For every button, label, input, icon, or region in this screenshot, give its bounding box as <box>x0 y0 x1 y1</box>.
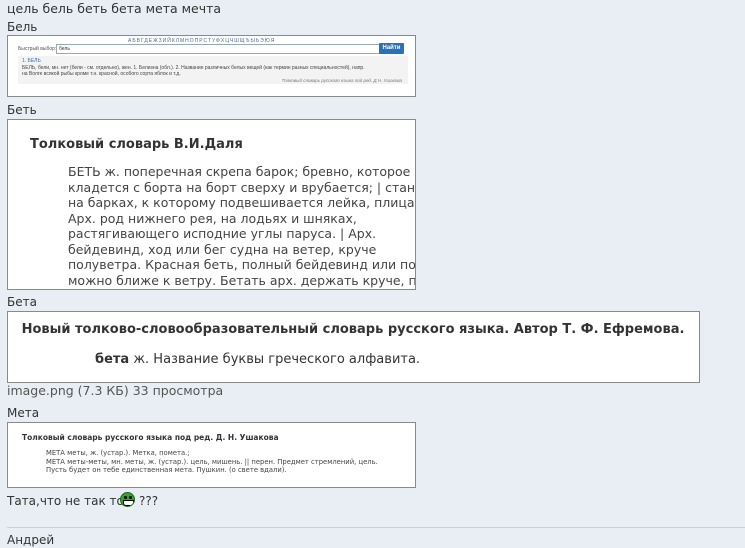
entry-line: БЕТЬ ж. поперечная скрепа барок; бревно,… <box>68 164 411 179</box>
result-heading: 1. БЕЛЬ <box>22 58 41 64</box>
dictionary-title: Толковый словарь В.И.Даля <box>30 137 243 152</box>
dictionary-entry: бета ж. Название буквы греческого алфави… <box>95 352 420 367</box>
entry-line: кладется с борта на борт сверху и врубае… <box>68 179 416 195</box>
entry-line: МЕТА меты-меты, мн. меты, ж. (устар.). ц… <box>46 457 378 466</box>
closing-suffix: ??? <box>139 494 159 508</box>
section-label-bet: Беть <box>7 103 37 117</box>
dictionary-title: Новый толково-словообразовательный слова… <box>21 322 685 337</box>
entry-headword: бета <box>95 352 130 367</box>
post-divider <box>7 527 745 528</box>
entry-line: Арх. род нижнего рея, на лодьях и шняках… <box>68 210 357 226</box>
section-label-meta: Мета <box>7 406 40 420</box>
result-panel: 1. БЕЛЬ БЕЛЬ, бели, мн. нет (бели - см. … <box>18 56 408 84</box>
entry-line: Пусть будет он тебе единственная мета. П… <box>46 466 287 474</box>
bel-dictionary-image[interactable]: АБВГДЕЖЗИЙКЛМНОПРСТУФХЦЧШЩЪЫЬЭЮЯ Быстрый… <box>7 35 416 97</box>
meta-dictionary-image[interactable]: Толковый словарь русского языка под ред.… <box>7 422 416 488</box>
closing-text: Тата,что не так то <box>7 494 124 508</box>
entry-definition: ж. Название буквы греческого алфавита. <box>129 352 421 367</box>
bet-dictionary-image[interactable]: Толковый словарь В.И.Даля БЕТЬ ж. попере… <box>7 119 416 290</box>
entry-line: МЕТА меты, ж. (устар.). Метка, помета.; <box>46 449 190 457</box>
dictionary-title: Толковый словарь русского языка под ред.… <box>22 433 279 442</box>
post-title-line: цель бель беть бета мета мечта <box>7 1 222 16</box>
find-button: Найти <box>379 43 404 54</box>
entry-line: на барках, к которому подвешивается лейк… <box>68 195 416 210</box>
dictionary-source: Толковый словарь русского языка под ред.… <box>281 78 402 83</box>
post-author[interactable]: Андрей <box>7 533 54 547</box>
grin-smiley-icon <box>120 492 135 507</box>
section-label-bel: Бель <box>7 20 38 34</box>
dictionary-entry: БЕТЬ ж. поперечная скрепа барок; бревно,… <box>68 164 416 288</box>
beta-dictionary-image[interactable]: Новый толково-словообразовательный слова… <box>7 311 700 383</box>
result-line: на Волге всякой рыбы кроме т.н. красной,… <box>22 71 181 77</box>
entry-line: можно ближе к ветру. Бетать арх. держать… <box>68 272 416 288</box>
entry-line: бейдевинд, ход или бег судна на ветер, к… <box>68 241 377 257</box>
entry-line: полуветра. Красная беть, полный бейдевин… <box>68 257 416 272</box>
entry-line: растягивающего исподние углы паруса. | А… <box>68 226 377 241</box>
quick-select-label: Быстрый выбор: <box>18 46 57 52</box>
attachment-caption[interactable]: image.png (7.3 КБ) 33 просмотра <box>7 384 223 398</box>
dictionary-entry: МЕТА меты, ж. (устар.). Метка, помета.; … <box>46 449 378 475</box>
section-label-beta: Бета <box>7 295 37 309</box>
search-input: бель <box>56 44 380 54</box>
